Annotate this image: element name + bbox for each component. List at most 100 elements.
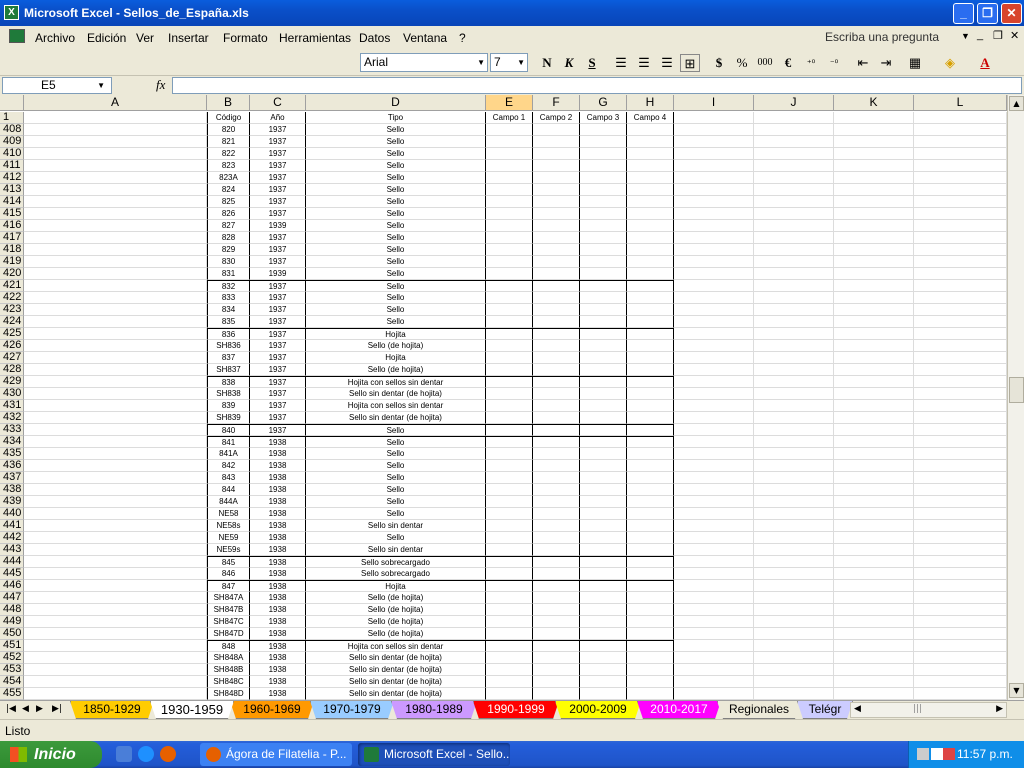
cell[interactable]: [674, 352, 754, 364]
cell[interactable]: [533, 448, 580, 460]
cell[interactable]: [834, 580, 914, 592]
cell[interactable]: [24, 544, 207, 556]
cell[interactable]: [533, 268, 580, 280]
cell[interactable]: [533, 352, 580, 364]
cell[interactable]: [486, 688, 533, 700]
cell[interactable]: [533, 568, 580, 580]
row-header[interactable]: 445: [0, 568, 24, 580]
cell[interactable]: [486, 628, 533, 640]
row-header[interactable]: 446: [0, 580, 24, 592]
cell-ano[interactable]: 1937: [250, 364, 306, 376]
decrease-decimal-icon[interactable]: ⁻⁰: [824, 54, 844, 72]
cell-tipo[interactable]: Sello: [306, 436, 486, 448]
cell-ano[interactable]: 1938: [250, 460, 306, 472]
cell[interactable]: [914, 328, 1007, 340]
cell[interactable]: [627, 496, 674, 508]
cell[interactable]: [486, 316, 533, 328]
cell[interactable]: [914, 280, 1007, 292]
cell[interactable]: [486, 676, 533, 688]
cell[interactable]: [754, 256, 834, 268]
excel-app-icon[interactable]: X: [4, 5, 19, 20]
cell[interactable]: [580, 268, 627, 280]
cell[interactable]: [754, 292, 834, 304]
cell[interactable]: [914, 220, 1007, 232]
cell[interactable]: [486, 436, 533, 448]
cell[interactable]: [834, 328, 914, 340]
cell[interactable]: [24, 316, 207, 328]
cell[interactable]: [914, 196, 1007, 208]
cell[interactable]: [627, 148, 674, 160]
cell[interactable]: [914, 544, 1007, 556]
cell[interactable]: [486, 616, 533, 628]
cell[interactable]: [24, 184, 207, 196]
cell[interactable]: [754, 460, 834, 472]
cell[interactable]: [533, 256, 580, 268]
menu-archivo[interactable]: Archivo: [35, 31, 75, 45]
cell[interactable]: [674, 460, 754, 472]
cell[interactable]: [834, 148, 914, 160]
cell-codigo[interactable]: SH848C: [207, 676, 250, 688]
row-header[interactable]: 421: [0, 280, 24, 292]
cell[interactable]: [627, 280, 674, 292]
cell[interactable]: [627, 616, 674, 628]
cell[interactable]: [486, 148, 533, 160]
header-cell-b[interactable]: Código: [207, 112, 250, 124]
cell-tipo[interactable]: Sello: [306, 532, 486, 544]
row-header[interactable]: 441: [0, 520, 24, 532]
cell[interactable]: [486, 592, 533, 604]
row-header[interactable]: 409: [0, 136, 24, 148]
scroll-left-icon[interactable]: ◀: [854, 704, 861, 714]
cell[interactable]: [486, 196, 533, 208]
cell-tipo[interactable]: Sello sin dentar (de hojita): [306, 652, 486, 664]
cell[interactable]: [24, 280, 207, 292]
cell-tipo[interactable]: Sello (de hojita): [306, 340, 486, 352]
cell[interactable]: [24, 400, 207, 412]
cell-codigo[interactable]: SH847A: [207, 592, 250, 604]
sheet-tab-1850-1929[interactable]: 1850-1929: [70, 701, 154, 719]
cell-codigo[interactable]: SH836: [207, 340, 250, 352]
cell[interactable]: [533, 136, 580, 148]
cell-codigo[interactable]: 842: [207, 460, 250, 472]
cell[interactable]: [914, 136, 1007, 148]
cell-ano[interactable]: 1938: [250, 496, 306, 508]
cell[interactable]: [834, 256, 914, 268]
cell[interactable]: [486, 124, 533, 136]
cell[interactable]: [580, 532, 627, 544]
cell[interactable]: [754, 436, 834, 448]
row-header[interactable]: 433: [0, 424, 24, 436]
cell[interactable]: [486, 268, 533, 280]
cell[interactable]: [914, 364, 1007, 376]
cell-codigo[interactable]: 823: [207, 160, 250, 172]
row-header[interactable]: 455: [0, 688, 24, 700]
cell-codigo[interactable]: 838: [207, 376, 250, 388]
cell[interactable]: [914, 472, 1007, 484]
cell[interactable]: [24, 520, 207, 532]
cell-tipo[interactable]: Sello: [306, 244, 486, 256]
header-cell-j[interactable]: [754, 112, 834, 124]
cell[interactable]: [914, 496, 1007, 508]
chevron-down-icon[interactable]: ▼: [477, 54, 485, 71]
cell[interactable]: [486, 256, 533, 268]
cell[interactable]: [914, 664, 1007, 676]
cell[interactable]: [914, 148, 1007, 160]
cell[interactable]: [486, 532, 533, 544]
cell-tipo[interactable]: Sello sin dentar (de hojita): [306, 688, 486, 700]
row-header[interactable]: 418: [0, 244, 24, 256]
cell[interactable]: [24, 124, 207, 136]
cell-tipo[interactable]: Sello: [306, 304, 486, 316]
doc-restore-button[interactable]: ❐: [993, 29, 1003, 42]
cell[interactable]: [914, 316, 1007, 328]
cell[interactable]: [580, 352, 627, 364]
cell[interactable]: [533, 580, 580, 592]
cell-codigo[interactable]: 839: [207, 400, 250, 412]
cell[interactable]: [580, 196, 627, 208]
align-center-icon[interactable]: ☰: [634, 54, 654, 72]
cell[interactable]: [674, 292, 754, 304]
cell[interactable]: [674, 544, 754, 556]
cell[interactable]: [834, 352, 914, 364]
font-color-icon[interactable]: A: [975, 54, 995, 72]
restore-button[interactable]: ❐: [977, 3, 998, 24]
cell[interactable]: [754, 604, 834, 616]
cell[interactable]: [834, 436, 914, 448]
cell[interactable]: [674, 124, 754, 136]
